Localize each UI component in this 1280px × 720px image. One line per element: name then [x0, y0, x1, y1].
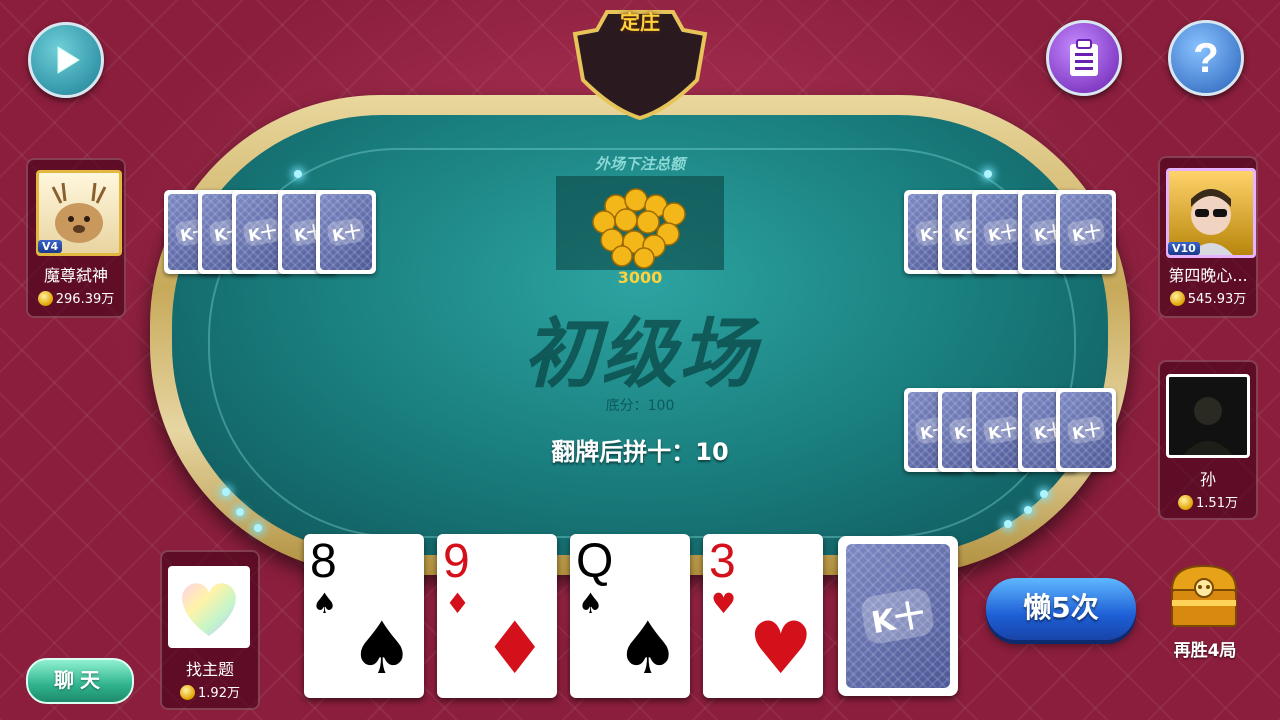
coins-value: 296.39万: [55, 292, 115, 307]
player-name: 第四晚心...: [1168, 266, 1248, 285]
play-icon: [57, 46, 80, 74]
play-button[interactable]: [28, 22, 104, 98]
heart-icon: ♥: [711, 587, 737, 620]
player-coins: 1.92万: [162, 682, 258, 701]
spade-icon: ♠: [578, 587, 604, 620]
chat-button[interactable]: 聊天: [26, 658, 134, 704]
avatar: [1166, 374, 1250, 458]
player-coins: 1.51万: [1160, 492, 1256, 511]
room-name: 初级场: [523, 309, 757, 398]
player-coins: 545.93万: [1160, 288, 1256, 307]
banker-label: 定庄: [620, 10, 660, 34]
player-name: 魔尊弑神: [43, 266, 108, 285]
flip-info: 翻牌后拼十：10: [551, 438, 729, 466]
table-light: [984, 170, 992, 178]
card-rank: 9: [443, 535, 470, 588]
hand-card[interactable]: Q ♠ ♠: [570, 534, 690, 698]
card-back: K十: [1056, 388, 1116, 472]
hand-card[interactable]: 9 ♦ ♦: [437, 534, 557, 698]
player-coins: 296.39万: [28, 288, 124, 307]
vip-badge: V4: [38, 240, 63, 253]
table-light: [236, 508, 244, 516]
coins-value: 1.92万: [198, 686, 240, 701]
base-score: 底分：100: [605, 398, 675, 414]
outside-bet-amount: 3000: [617, 268, 663, 287]
coins-value: 545.93万: [1187, 292, 1247, 307]
card-rank: 8: [310, 535, 337, 588]
chest-progress-label: 再胜4局: [1173, 641, 1237, 661]
player-seat-top-right[interactable]: V10 第四晚心... 545.93万: [1158, 156, 1258, 318]
player-name: 孙: [1199, 470, 1216, 489]
card-back-logo: K十: [859, 586, 937, 646]
card-back: K十: [316, 190, 376, 274]
treasure-chest-icon: [1170, 564, 1238, 627]
clipboard-icon: [1070, 39, 1098, 76]
coins-value: 1.51万: [1196, 496, 1238, 511]
hand-card[interactable]: 8 ♠ ♠: [304, 534, 424, 698]
player-name: 找主题: [185, 660, 234, 679]
spade-icon: ♠: [312, 587, 338, 620]
dark-avatar-icon: [1183, 397, 1233, 455]
avatar: [168, 566, 250, 648]
rules-button[interactable]: [1046, 20, 1122, 96]
coin-icon: [1178, 495, 1194, 510]
vip-badge: V10: [1168, 242, 1200, 255]
outside-bet-label: 外场下注总额: [594, 155, 685, 173]
diamond-icon: ♦: [482, 606, 547, 690]
hand-card-facedown[interactable]: K十: [838, 536, 958, 696]
coin-icon: [37, 291, 53, 306]
lazy-button[interactable]: 懒5次: [986, 578, 1136, 640]
table-light: [254, 524, 262, 532]
card-rank: Q: [576, 535, 614, 588]
heart-icon: ♥: [748, 606, 813, 690]
player-seat-self[interactable]: 找主题 1.92万: [160, 550, 260, 710]
question-icon: ?: [1193, 34, 1219, 81]
player-seat-top-left[interactable]: V4 魔尊弑神 296.39万: [26, 158, 126, 318]
banker-crest: 定庄: [567, 0, 713, 121]
card-rank: 3: [709, 535, 736, 588]
help-button[interactable]: ?: [1168, 20, 1244, 96]
player-seat-right[interactable]: 孙 1.51万: [1158, 360, 1258, 520]
treasure-chest-button[interactable]: [1164, 560, 1244, 630]
table-light: [1004, 520, 1012, 528]
spade-icon: ♠: [349, 606, 414, 690]
table-light: [222, 488, 230, 496]
table-light: [1040, 490, 1048, 498]
table-light: [294, 170, 302, 178]
gold-coins-icon: [592, 188, 686, 269]
pot-area: [556, 176, 724, 270]
coin-icon: [180, 685, 196, 700]
table-light: [1024, 506, 1032, 514]
hand-card[interactable]: 3 ♥ ♥: [703, 534, 823, 698]
coin-icon: [1169, 291, 1185, 306]
heart-avatar-icon: [182, 583, 236, 636]
card-back: K十: [1056, 190, 1116, 274]
diamond-icon: ♦: [445, 587, 471, 620]
spade-icon: ♠: [615, 606, 680, 690]
